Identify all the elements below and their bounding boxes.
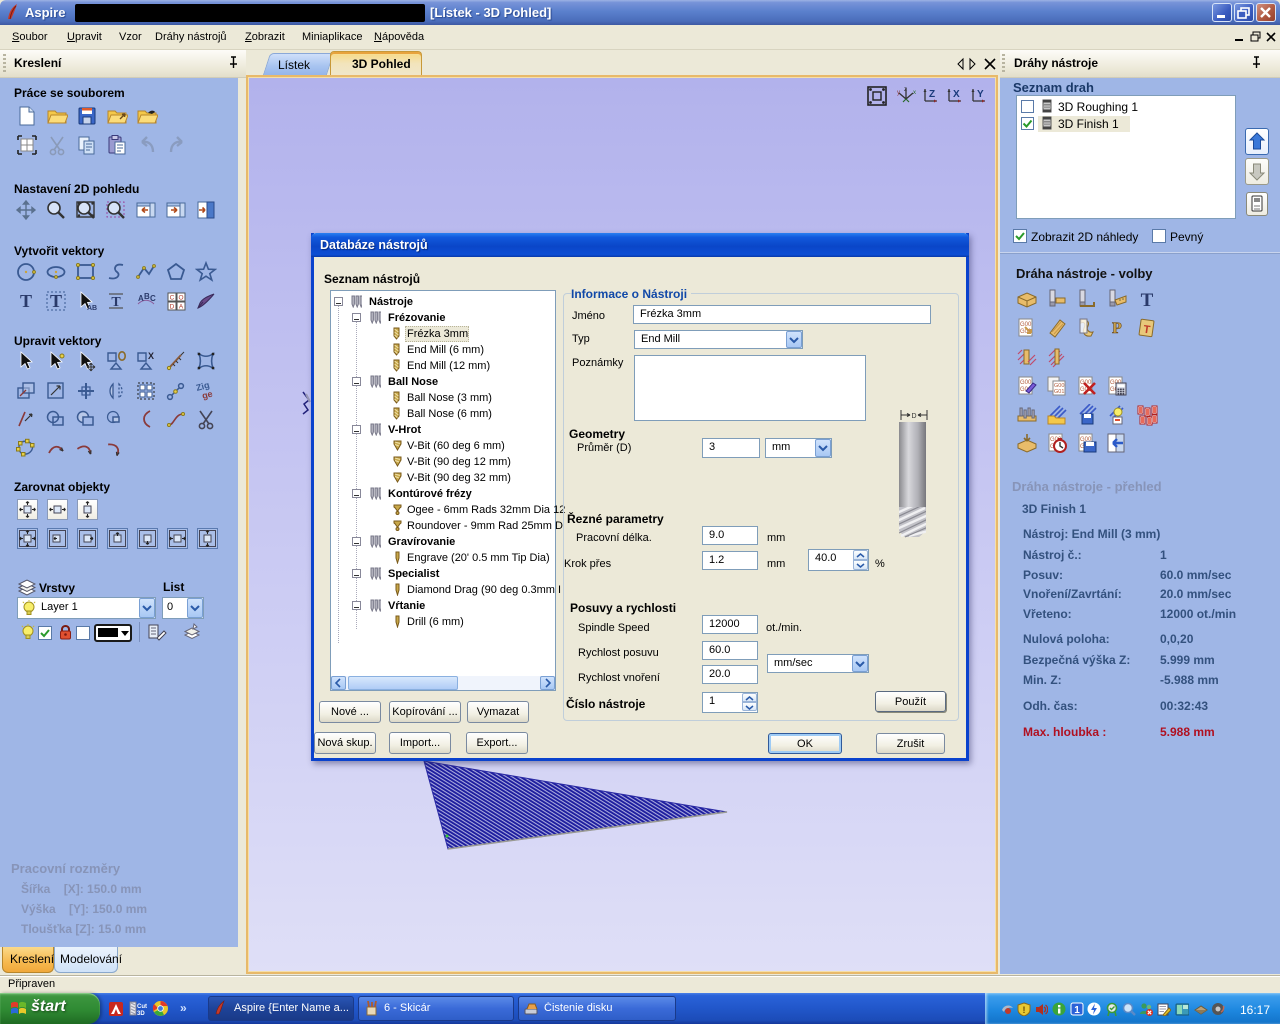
- svg-text:T: T: [20, 291, 32, 311]
- svg-text:Z: Z: [929, 89, 935, 100]
- svg-text:D: D: [170, 304, 175, 311]
- svg-text:T: T: [1141, 290, 1154, 310]
- svg-text:C: C: [150, 294, 156, 303]
- svg-text:T: T: [111, 295, 121, 310]
- svg-text:G00: G00: [1020, 380, 1032, 386]
- svg-text:A: A: [179, 304, 184, 311]
- svg-text:Y: Y: [977, 89, 984, 100]
- svg-text:ge: ge: [201, 389, 214, 401]
- svg-text:T: T: [50, 291, 62, 311]
- svg-text:!: !: [1023, 1005, 1026, 1015]
- svg-text:P: P: [1112, 320, 1122, 337]
- svg-text:AB: AB: [87, 305, 97, 312]
- svg-text:G01: G01: [1054, 389, 1064, 395]
- svg-text:O: O: [178, 295, 183, 302]
- svg-text:X: X: [148, 351, 154, 361]
- svg-text:Cut: Cut: [137, 1004, 147, 1010]
- svg-text:3D: 3D: [137, 1011, 145, 1017]
- svg-text:z: z: [904, 87, 907, 93]
- svg-text:D: D: [911, 413, 916, 420]
- svg-text:x: x: [913, 90, 916, 96]
- svg-text:X: X: [953, 89, 960, 100]
- svg-text:C: C: [170, 295, 175, 302]
- svg-text:y: y: [897, 90, 900, 96]
- svg-text:1: 1: [1074, 1005, 1080, 1016]
